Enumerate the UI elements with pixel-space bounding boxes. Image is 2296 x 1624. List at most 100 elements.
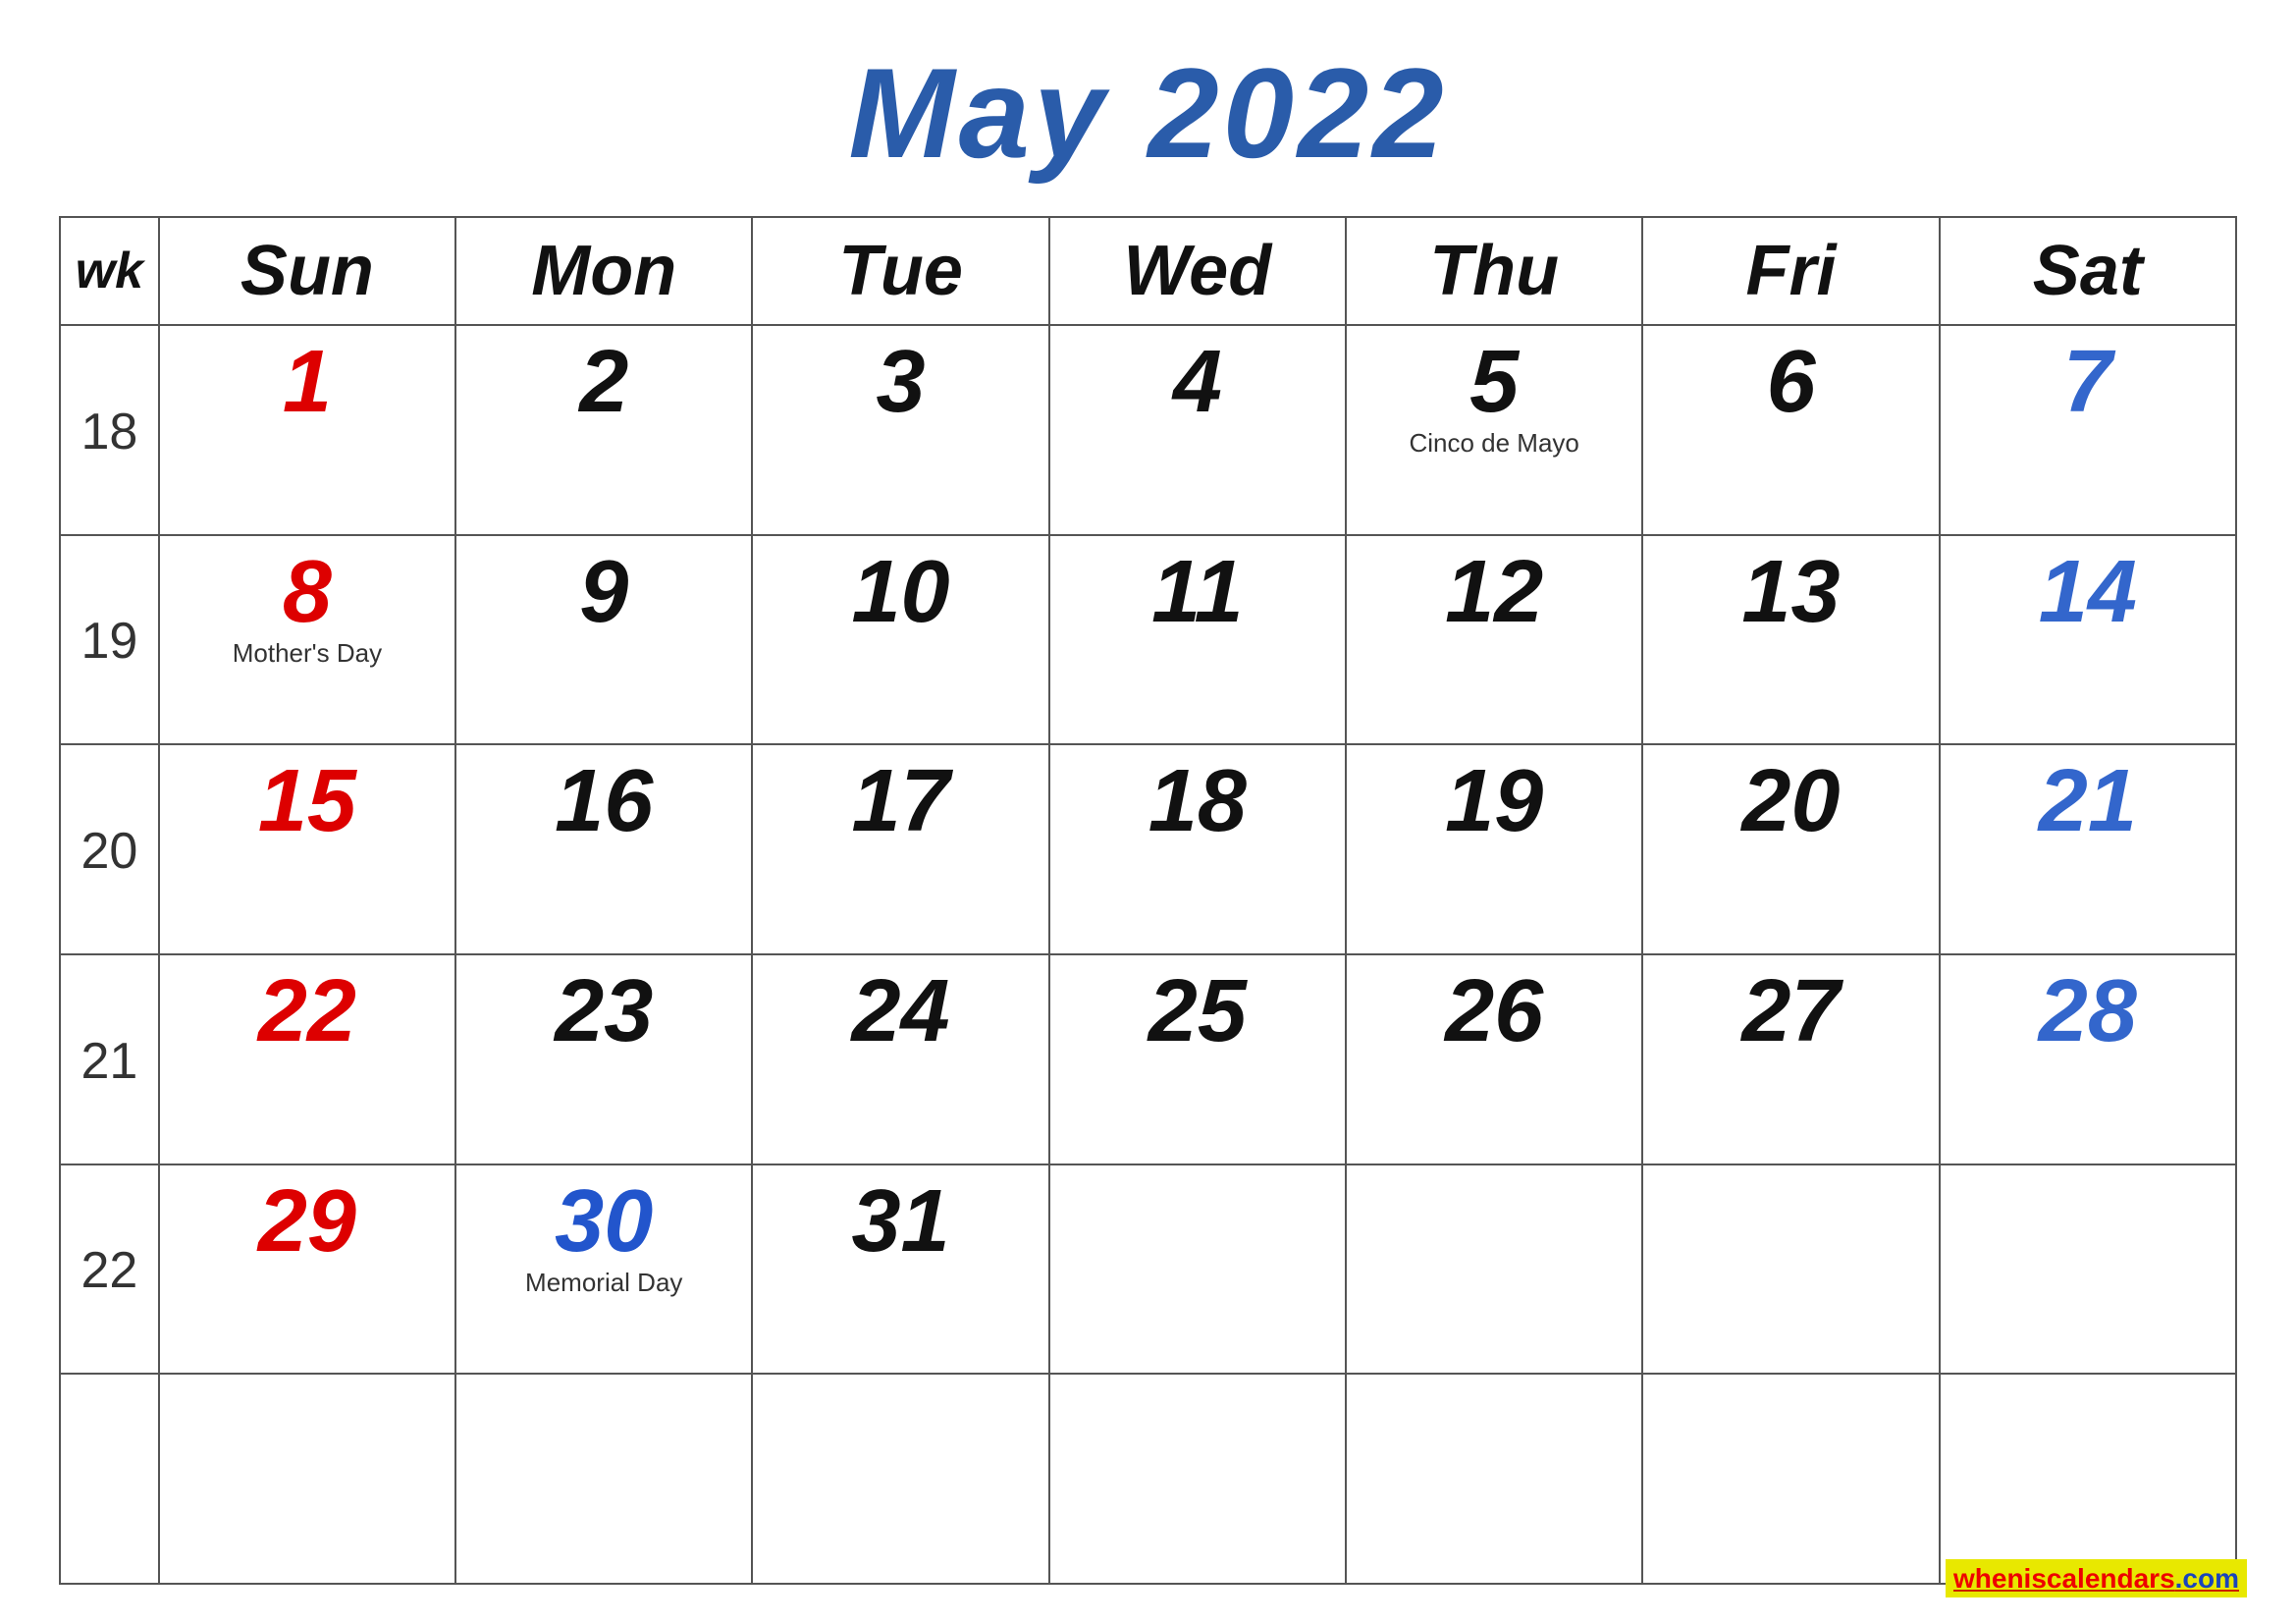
day-cell [752,1374,1048,1584]
day-number: 21 [1958,757,2217,845]
calendar-row: 222930Memorial Day31 [60,1164,2236,1375]
day-number: 19 [1364,757,1624,845]
day-number: 8 [178,548,437,636]
day-number: 4 [1068,338,1327,426]
day-number: 9 [474,548,733,636]
day-cell: 12 [1346,535,1642,745]
day-cell: 1 [159,325,455,535]
calendar-row: 2015161718192021 [60,744,2236,954]
day-cell: 21 [1940,744,2236,954]
calendar-row: 198Mother's Day91011121314 [60,535,2236,745]
col-header-sun: Sun [159,217,455,325]
day-cell [1049,1374,1346,1584]
day-cell [159,1374,455,1584]
calendar-table: wk Sun Mon Tue Wed Thu Fri Sat 1812345Ci… [59,216,2237,1585]
calendar-row [60,1374,2236,1584]
calendar-row: 1812345Cinco de Mayo67 [60,325,2236,535]
day-cell [1346,1374,1642,1584]
day-number: 10 [771,548,1030,636]
day-cell: 26 [1346,954,1642,1164]
day-number: 30 [474,1177,733,1266]
day-number: 22 [178,967,437,1056]
day-number: 5 [1364,338,1624,426]
day-cell: 28 [1940,954,2236,1164]
col-header-mon: Mon [455,217,752,325]
day-number: 18 [1068,757,1327,845]
day-number: 1 [178,338,437,426]
col-header-fri: Fri [1642,217,1939,325]
day-cell: 8Mother's Day [159,535,455,745]
day-cell: 29 [159,1164,455,1375]
page-title: May 2022 [848,39,1447,187]
day-number: 23 [474,967,733,1056]
day-number: 26 [1364,967,1624,1056]
day-cell: 3 [752,325,1048,535]
day-cell: 27 [1642,954,1939,1164]
header-row: wk Sun Mon Tue Wed Thu Fri Sat [60,217,2236,325]
holiday-label: Memorial Day [474,1268,733,1298]
day-cell: 9 [455,535,752,745]
holiday-label: Cinco de Mayo [1364,428,1624,459]
day-number: 7 [1958,338,2217,426]
day-cell [1346,1164,1642,1375]
day-cell: 20 [1642,744,1939,954]
holiday-label: Mother's Day [178,638,437,669]
day-number: 2 [474,338,733,426]
day-number: 14 [1958,548,2217,636]
day-cell [455,1374,752,1584]
day-number: 15 [178,757,437,845]
day-cell: 6 [1642,325,1939,535]
day-number: 27 [1661,967,1920,1056]
day-cell [1642,1374,1939,1584]
day-cell: 22 [159,954,455,1164]
day-cell: 2 [455,325,752,535]
calendar-row: 2122 23 24 25 26 27 28 [60,954,2236,1164]
day-cell: 18 [1049,744,1346,954]
day-number: 24 [771,967,1030,1056]
day-cell [1940,1374,2236,1584]
day-number: 20 [1661,757,1920,845]
day-number: 13 [1661,548,1920,636]
day-cell: 25 [1049,954,1346,1164]
day-number: 25 [1068,967,1327,1056]
week-number: 20 [60,744,159,954]
day-number: 31 [771,1177,1030,1266]
week-number [60,1374,159,1584]
week-number: 22 [60,1164,159,1375]
week-number: 18 [60,325,159,535]
day-cell: 15 [159,744,455,954]
day-cell: 11 [1049,535,1346,745]
day-cell: 16 [455,744,752,954]
day-cell: 30Memorial Day [455,1164,752,1375]
day-cell [1642,1164,1939,1375]
col-header-wed: Wed [1049,217,1346,325]
day-number: 16 [474,757,733,845]
day-number: 28 [1958,967,2217,1056]
day-cell: 13 [1642,535,1939,745]
day-cell: 17 [752,744,1048,954]
day-cell: 14 [1940,535,2236,745]
day-number: 6 [1661,338,1920,426]
watermark: wheniscalendars.com [1946,1563,2247,1595]
col-header-sat: Sat [1940,217,2236,325]
col-header-wk: wk [60,217,159,325]
day-cell: 5Cinco de Mayo [1346,325,1642,535]
day-cell: 4 [1049,325,1346,535]
day-number: 17 [771,757,1030,845]
col-header-tue: Tue [752,217,1048,325]
day-cell: 31 [752,1164,1048,1375]
col-header-thu: Thu [1346,217,1642,325]
day-cell: 10 [752,535,1048,745]
day-cell [1049,1164,1346,1375]
day-cell: 23 [455,954,752,1164]
day-cell: 7 [1940,325,2236,535]
week-number: 21 [60,954,159,1164]
day-number: 12 [1364,548,1624,636]
day-number: 3 [771,338,1030,426]
day-number: 11 [1068,548,1327,636]
day-cell: 24 [752,954,1048,1164]
day-cell [1940,1164,2236,1375]
week-number: 19 [60,535,159,745]
watermark-link[interactable]: wheniscalendars.com [1946,1559,2247,1597]
day-number: 29 [178,1177,437,1266]
